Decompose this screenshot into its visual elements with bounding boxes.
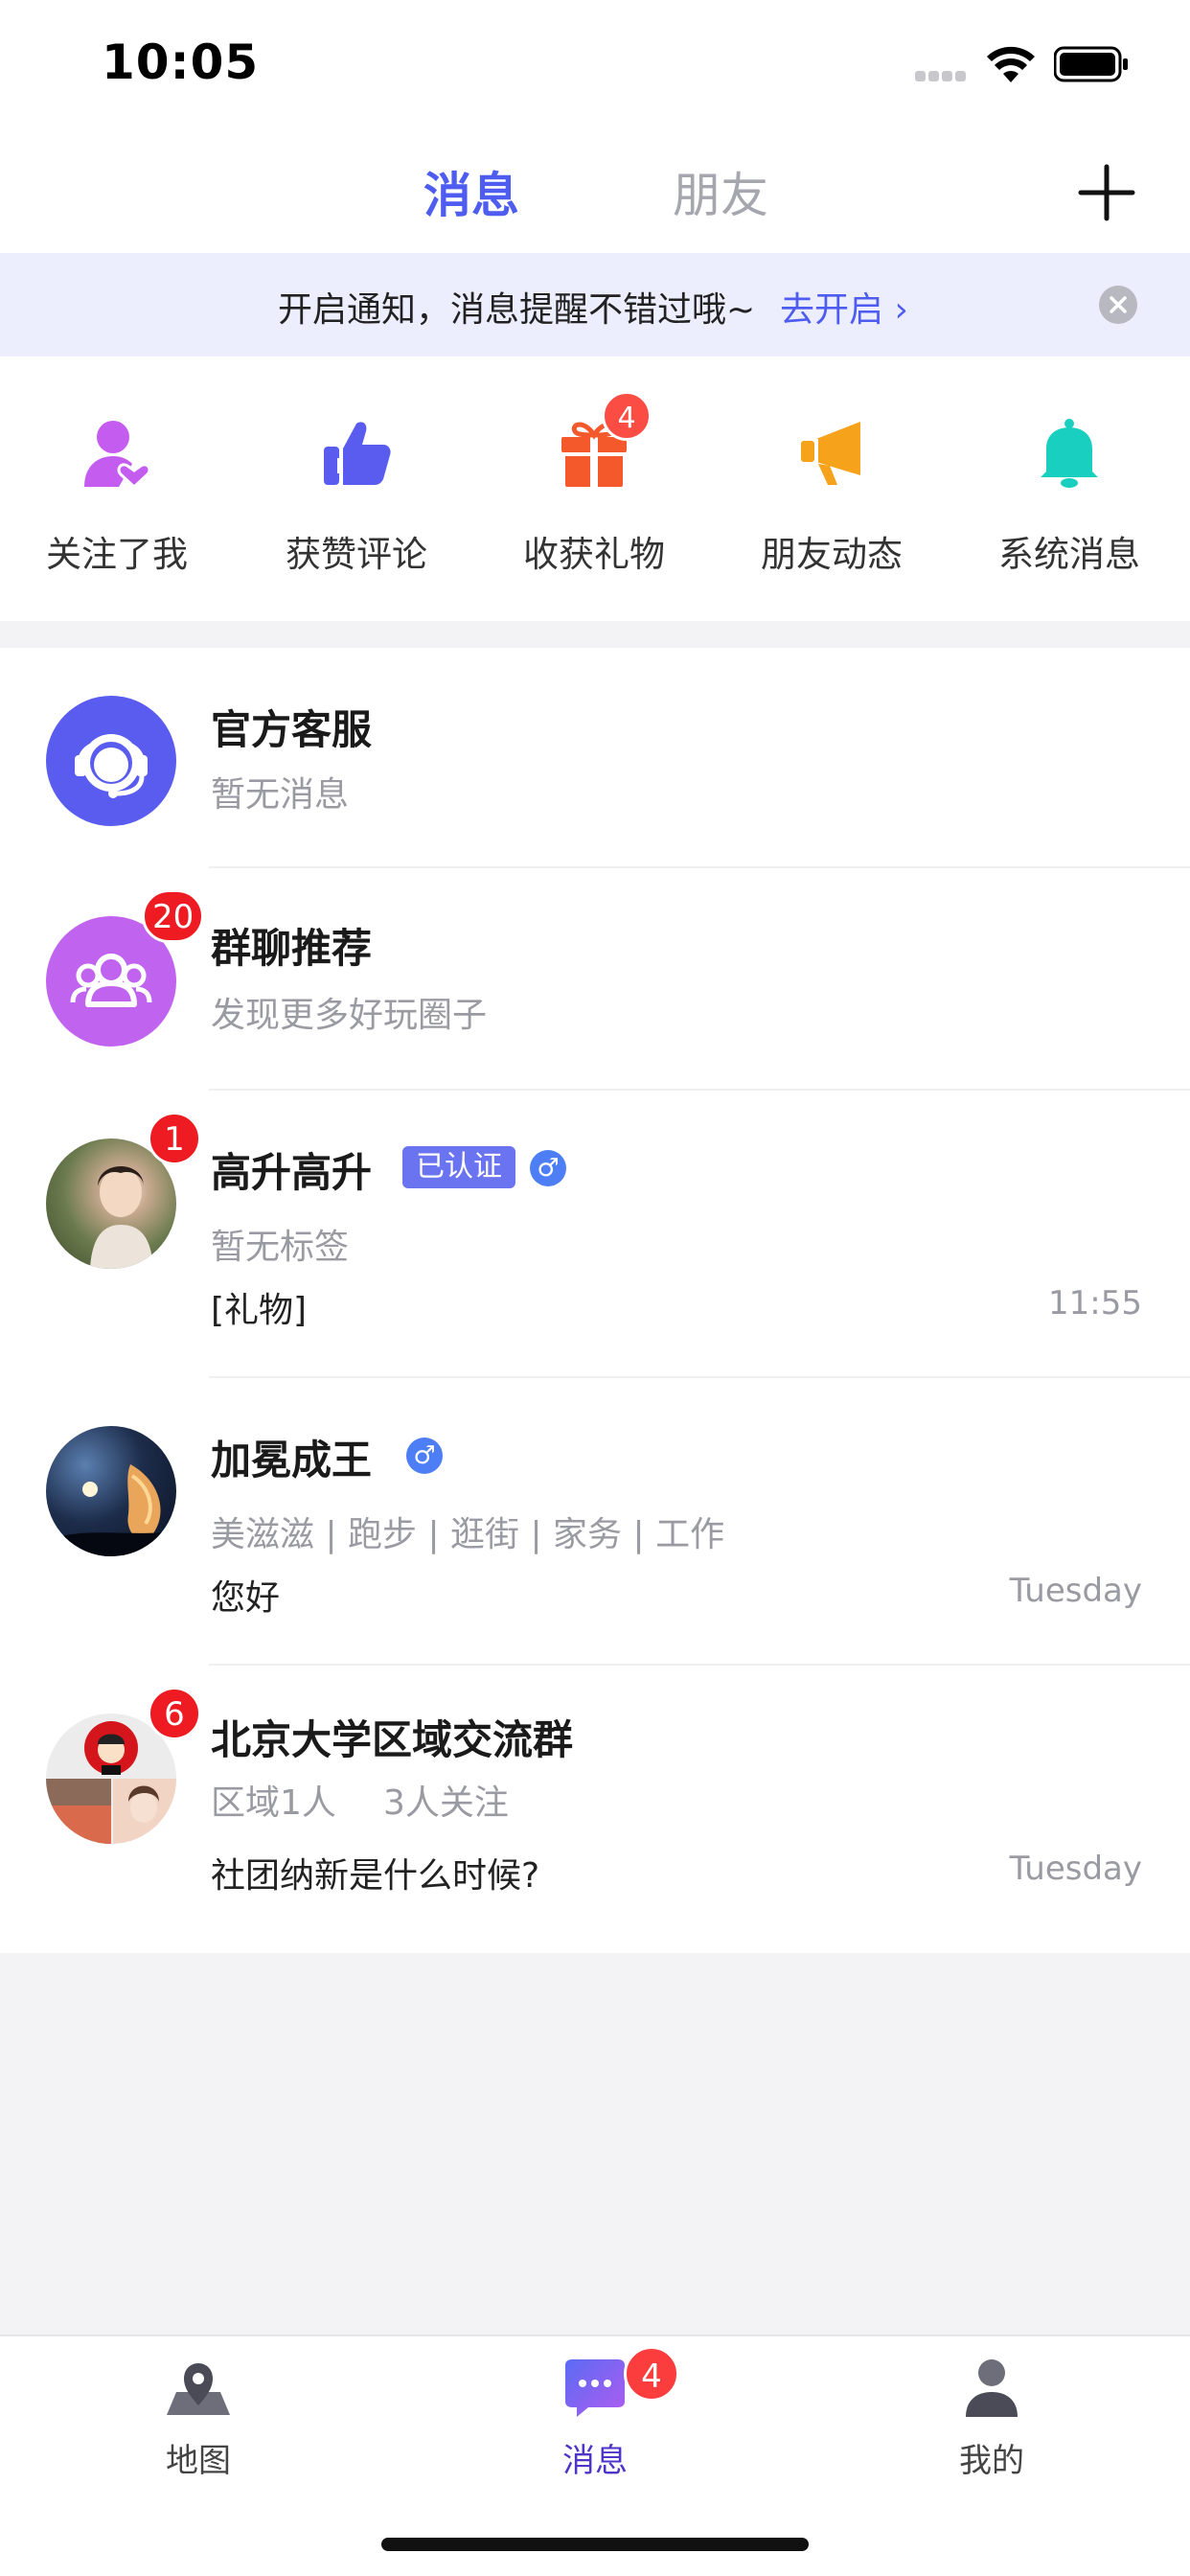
conversation-item-user[interactable]: 1 高升高升 已认证 ♂ 暂无标签 [礼物] 11:55: [0, 1091, 1190, 1378]
conversation-tags: 美滋滋 | 跑步 | 逛街 | 家务 | 工作: [211, 1515, 725, 1554]
unread-badge: 6: [148, 1687, 201, 1740]
add-button[interactable]: [1073, 159, 1140, 226]
conversation-title: 北京大学区域交流群: [211, 1716, 574, 1763]
quick-action-system-messages[interactable]: 系统消息: [964, 356, 1175, 621]
cellular-signal-icon: [915, 67, 973, 81]
conversation-item-customer-service[interactable]: 官方客服 暂无消息: [0, 648, 1190, 868]
conversation-title: 加冕成王: [211, 1437, 373, 1484]
quick-action-gifts[interactable]: 4 收获礼物: [489, 356, 699, 621]
nav-profile[interactable]: 我的: [848, 2336, 1135, 2509]
messages-unread-badge: 4: [624, 2346, 679, 2402]
avatar: [46, 1426, 176, 1556]
quick-action-label: 收获礼物: [523, 534, 665, 575]
close-icon[interactable]: [1098, 285, 1138, 325]
status-time: 10:05: [102, 34, 260, 90]
last-message: 您好: [211, 1578, 281, 1618]
top-header: 消息 朋友: [0, 134, 1190, 253]
quick-action-likes[interactable]: 获赞评论: [251, 356, 462, 621]
gift-count-badge: 4: [602, 391, 652, 441]
bell-icon: [1041, 419, 1098, 488]
quick-action-label: 关注了我: [46, 534, 188, 575]
group-members-count: 区域1人: [211, 1783, 336, 1823]
home-indicator: [381, 2538, 809, 2551]
unread-badge: 1: [148, 1112, 201, 1165]
notification-banner-text: 开启通知，消息提醒不错过哦~: [278, 290, 756, 330]
conversation-tags: 暂无标签: [211, 1228, 350, 1267]
last-message: 社团纳新是什么时候?: [211, 1856, 540, 1896]
enable-notification-link[interactable]: 去开启 ›: [780, 282, 908, 332]
headset-icon: [75, 734, 148, 798]
quick-action-label: 朋友动态: [761, 534, 903, 575]
male-gender-icon: ♂: [530, 1150, 566, 1186]
nav-label: 消息: [562, 2442, 628, 2480]
night-photo: [46, 1464, 176, 1556]
tab-messages[interactable]: 消息: [423, 157, 519, 226]
profile-icon: [966, 2359, 1018, 2417]
status-bar: 10:05: [0, 0, 1190, 134]
nav-label: 我的: [959, 2442, 1024, 2480]
nav-messages[interactable]: 4 消息: [451, 2336, 739, 2509]
unread-badge: 20: [142, 889, 205, 943]
quick-actions: 关注了我 获赞评论 4 收获礼物 朋友动态 系统消息: [0, 356, 1190, 621]
conversation-item-user[interactable]: 加冕成王 ♂ 美滋滋 | 跑步 | 逛街 | 家务 | 工作 您好 Tuesda…: [0, 1378, 1190, 1666]
nav-map[interactable]: 地图: [55, 2336, 342, 2509]
male-gender-icon: ♂: [406, 1438, 443, 1474]
battery-icon: [1054, 46, 1128, 82]
map-icon: [167, 2363, 230, 2415]
conversation-title: 高升高升: [211, 1149, 373, 1196]
conversation-subtitle: 暂无消息: [211, 775, 350, 815]
megaphone-icon: [801, 422, 860, 485]
message-time: Tuesday: [1009, 1850, 1142, 1888]
conversation-list: 官方客服 暂无消息 20 群聊推荐 发现更多好玩圈子 1 高升高升 已认证 ♂ …: [0, 648, 1190, 1953]
verified-badge: 已认证: [402, 1146, 515, 1188]
conversation-item-group-recommend[interactable]: 20 群聊推荐 发现更多好玩圈子: [0, 868, 1190, 1091]
conversation-subtitle: 发现更多好玩圈子: [211, 996, 488, 1035]
quick-action-label: 获赞评论: [286, 534, 427, 575]
conversation-title: 群聊推荐: [211, 925, 373, 972]
message-time: 11:55: [1048, 1284, 1142, 1322]
thumbs-up-icon: [324, 422, 391, 485]
quick-action-followers[interactable]: 关注了我: [11, 356, 222, 621]
quick-action-label: 系统消息: [998, 534, 1140, 575]
last-message: [礼物]: [211, 1291, 308, 1330]
tab-friends[interactable]: 朋友: [673, 157, 768, 226]
notification-banner: 开启通知，消息提醒不错过哦~ 去开启 ›: [0, 253, 1190, 356]
conversation-title: 官方客服: [211, 706, 373, 753]
user-heart-icon: [84, 421, 151, 489]
message-time: Tuesday: [1009, 1572, 1142, 1610]
group-followers-count: 3人关注: [383, 1783, 509, 1823]
avatar: [46, 696, 176, 826]
chat-icon: [565, 2359, 625, 2417]
wifi-icon: [987, 46, 1035, 82]
nav-label: 地图: [166, 2442, 231, 2480]
quick-action-friend-activity[interactable]: 朋友动态: [726, 356, 937, 621]
conversation-item-group[interactable]: 6 北京大学区域交流群 区域1人 3人关注 社团纳新是什么时候? Tuesday: [0, 1666, 1190, 1953]
